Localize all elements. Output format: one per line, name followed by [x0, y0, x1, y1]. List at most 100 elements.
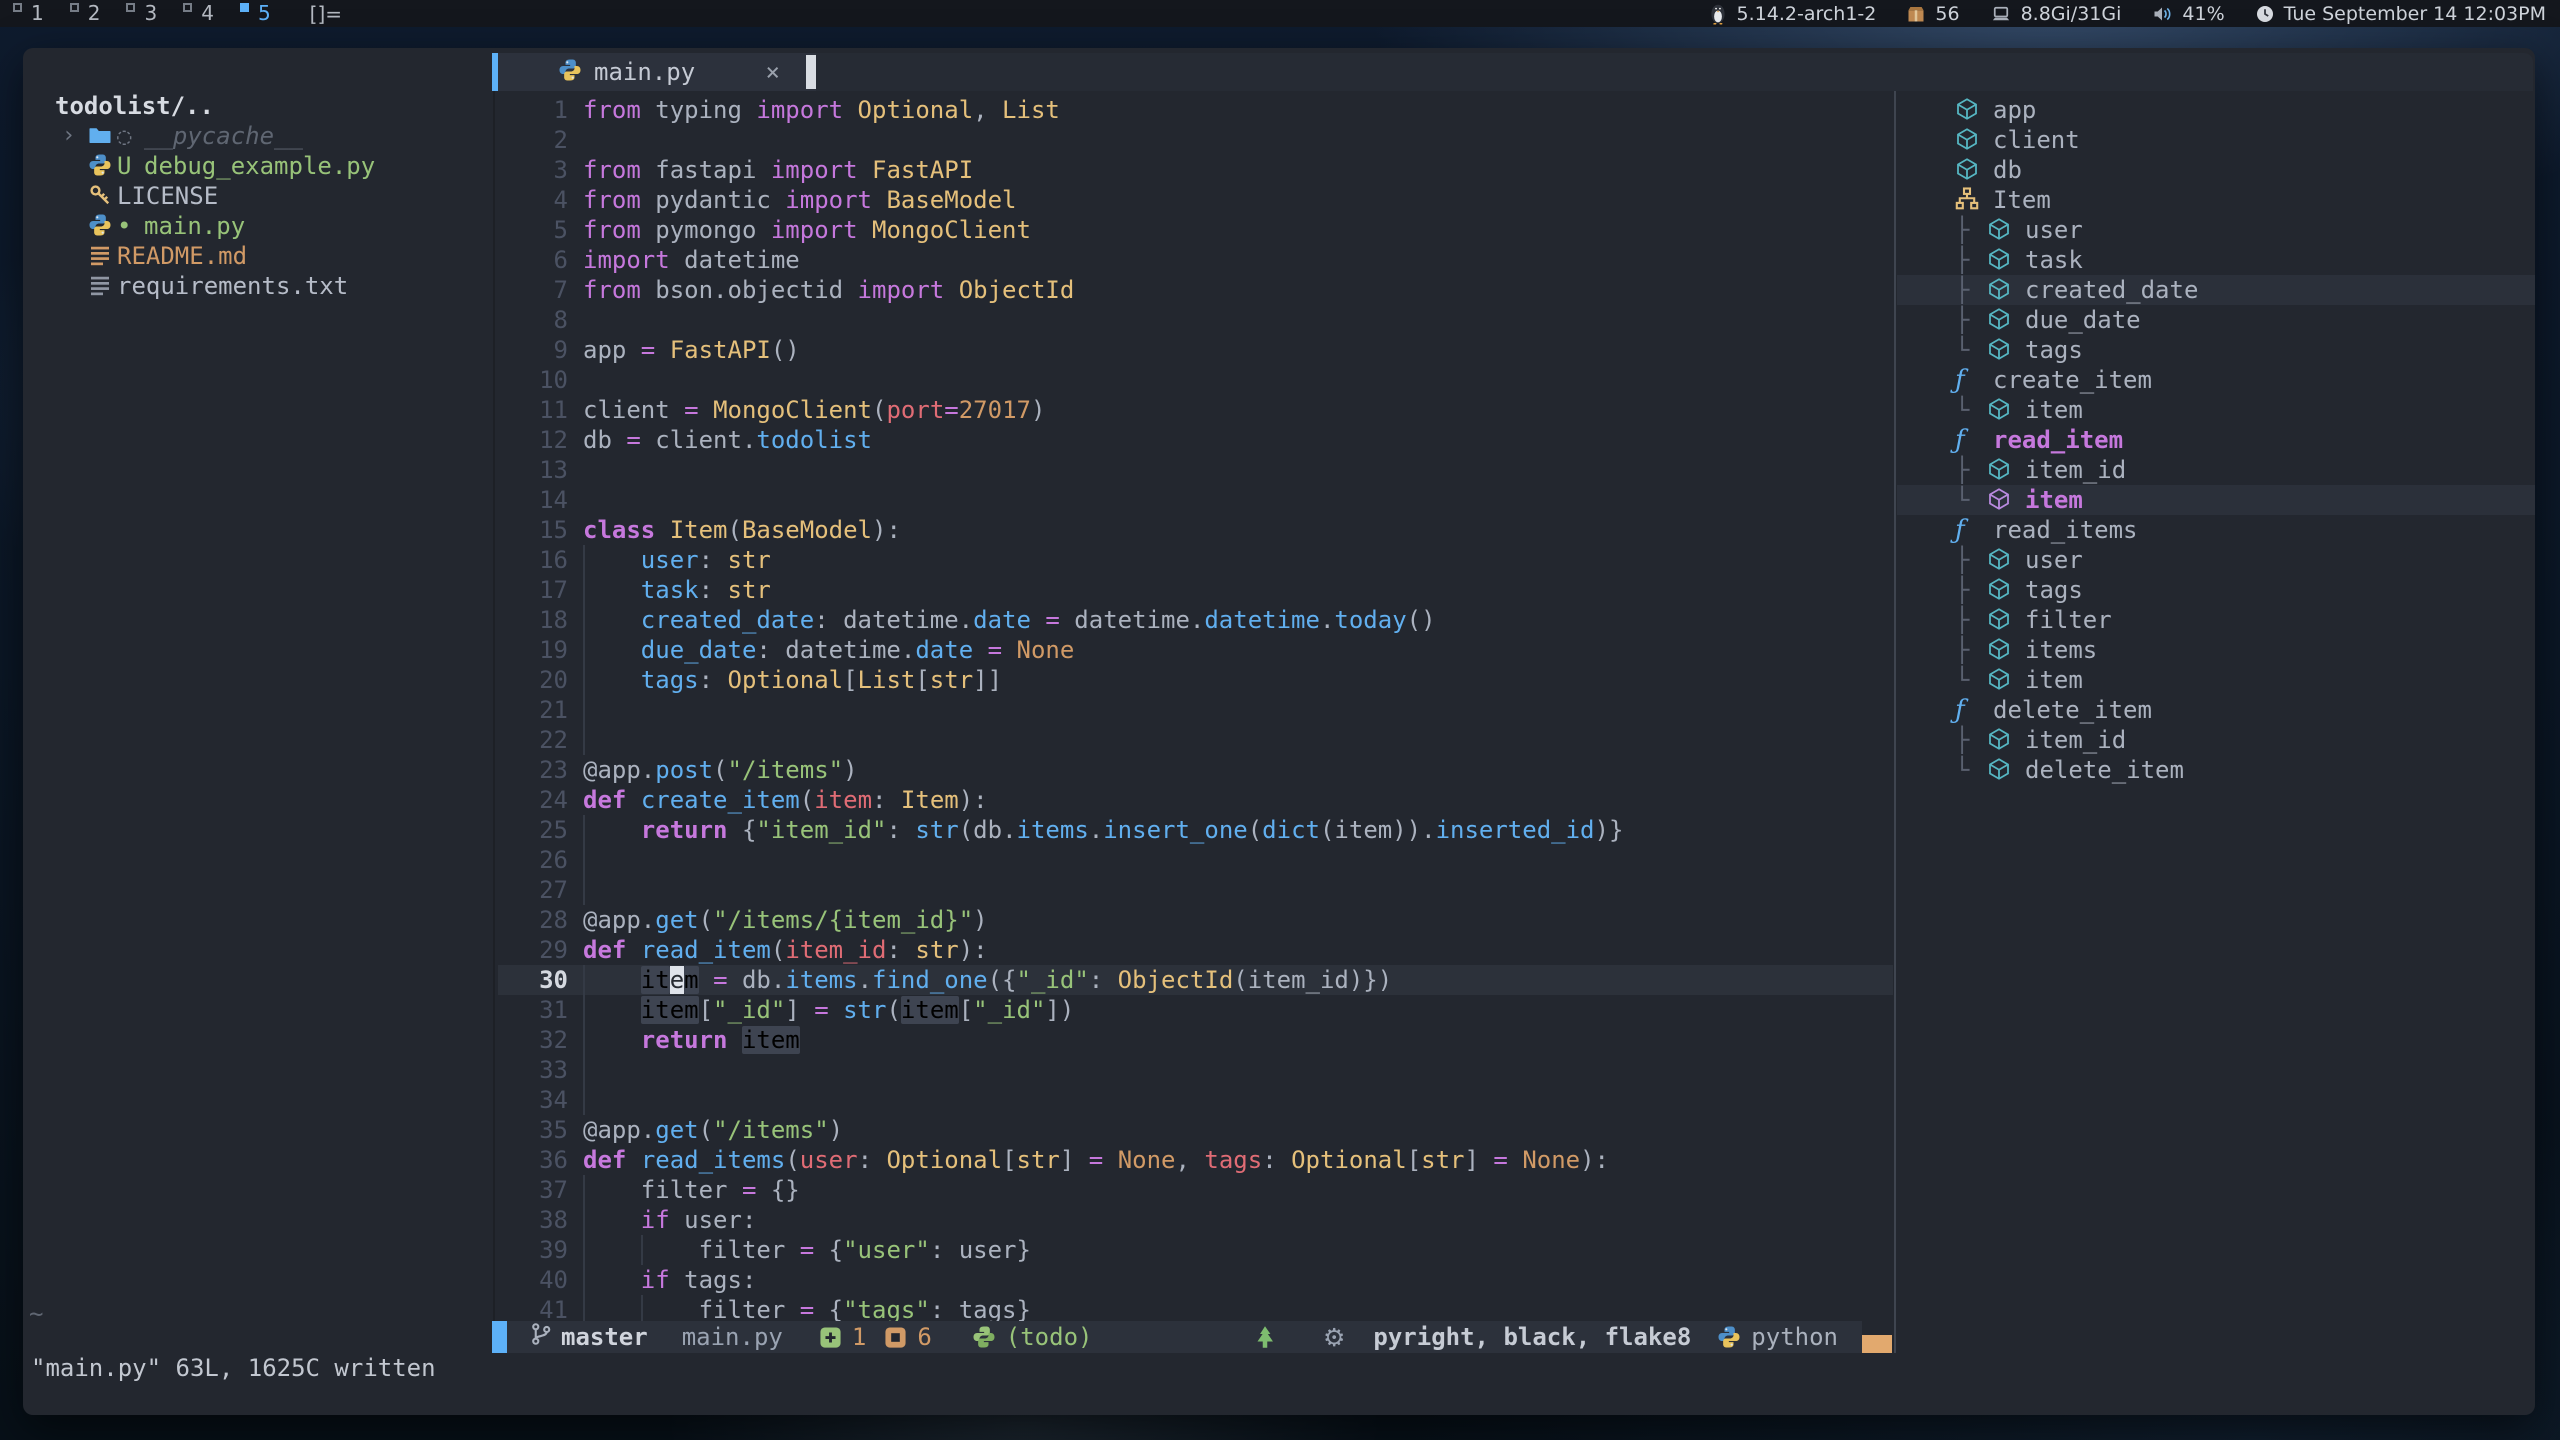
- outline-item-create_item[interactable]: ƒcreate_item: [1897, 365, 2535, 395]
- status-penguin: 5.14.2-arch1-2: [1708, 3, 1877, 25]
- line-number: 4: [498, 185, 568, 215]
- file-tree-item-debug-example-py[interactable]: Udebug_example.py: [23, 151, 492, 181]
- outline-item-read_item[interactable]: ƒread_item: [1897, 425, 2535, 455]
- git-changed-count: 6: [917, 1323, 931, 1351]
- symbol-name: item_id: [2025, 455, 2126, 485]
- indent-guide: [583, 545, 585, 575]
- outline-item-read_items[interactable]: ƒread_items: [1897, 515, 2535, 545]
- code-line-16: 16 user: str: [498, 545, 1893, 575]
- outline-item-item[interactable]: └item: [1897, 665, 2535, 695]
- line-number: 16: [498, 545, 568, 575]
- outline-item-db[interactable]: db: [1897, 155, 2535, 185]
- outline-item-item[interactable]: └item: [1897, 485, 2535, 515]
- code-line-41: 41 filter = {"tags": tags}: [498, 1295, 1893, 1321]
- status-speaker: 41%: [2151, 3, 2224, 25]
- outline-item-delete_item[interactable]: ƒdelete_item: [1897, 695, 2535, 725]
- variable-cube-icon: [1987, 605, 2025, 635]
- outline-item-tags[interactable]: └tags: [1897, 335, 2535, 365]
- outline-item-Item[interactable]: Item: [1897, 185, 2535, 215]
- symbol-name: delete_item: [2025, 755, 2184, 785]
- code-line-2: 2: [498, 125, 1893, 155]
- file-tree-item--pycache-[interactable]: ›◌__pycache__: [23, 121, 492, 151]
- workspace-5[interactable]: 5: [227, 0, 284, 27]
- line-number: 40: [498, 1265, 568, 1295]
- outline-item-due_date[interactable]: ├due_date: [1897, 305, 2535, 335]
- file-tree-item-main-py[interactable]: •main.py: [23, 211, 492, 241]
- outline-item-item[interactable]: └item: [1897, 395, 2535, 425]
- line-number: 8: [498, 305, 568, 335]
- python-venv-icon: [972, 1325, 996, 1349]
- file-tree-item-readme-md[interactable]: README.md: [23, 241, 492, 271]
- outline-item-app[interactable]: app: [1897, 95, 2535, 125]
- file-tree-item-license[interactable]: LICENSE: [23, 181, 492, 211]
- symbol-name: db: [1993, 155, 2022, 185]
- code-line-20: 20 tags: Optional[List[str]]: [498, 665, 1893, 695]
- close-icon[interactable]: ×: [766, 58, 780, 86]
- code-line-38: 38 if user:: [498, 1205, 1893, 1235]
- code-line-21: 21: [498, 695, 1893, 725]
- code-line-26: 26: [498, 845, 1893, 875]
- workspace-square-icon: [13, 3, 22, 12]
- outline-item-item_id[interactable]: ├item_id: [1897, 725, 2535, 755]
- variable-cube-icon: [1987, 215, 2025, 245]
- variable-cube-icon: [1987, 635, 2025, 665]
- file-explorer-root: todolist/..: [23, 91, 492, 121]
- tree-connector: ├: [1955, 725, 1987, 755]
- outline-item-client[interactable]: client: [1897, 125, 2535, 155]
- workspace-1[interactable]: 1: [0, 0, 57, 27]
- workspace-2[interactable]: 2: [57, 0, 114, 27]
- tree-connector: ├: [1955, 215, 1987, 245]
- indent-guide: [583, 695, 585, 725]
- outline-item-delete_item[interactable]: └delete_item: [1897, 755, 2535, 785]
- line-number: 14: [498, 485, 568, 515]
- function-icon: ƒ: [1955, 425, 1993, 455]
- variable-cube-icon: [1987, 305, 2025, 335]
- workspace-3[interactable]: 3: [113, 0, 170, 27]
- indent-guide: [583, 1055, 585, 1085]
- workspace-4[interactable]: 4: [170, 0, 227, 27]
- outline-item-user[interactable]: ├user: [1897, 545, 2535, 575]
- code-line-29: 29def read_item(item_id: str):: [498, 935, 1893, 965]
- outline-item-filter[interactable]: ├filter: [1897, 605, 2535, 635]
- outline-item-tags[interactable]: ├tags: [1897, 575, 2535, 605]
- line-number: 1: [498, 95, 568, 125]
- outline-item-user[interactable]: ├ user: [1897, 215, 2535, 245]
- variable-cube-icon: [1987, 335, 2025, 365]
- laptop-icon: [1990, 4, 2012, 24]
- filetype-label: python: [1751, 1323, 1838, 1351]
- symbol-name: user: [2025, 545, 2083, 575]
- outline-item-items[interactable]: ├items: [1897, 635, 2535, 665]
- line-number: 20: [498, 665, 568, 695]
- file-tree-item-requirements-txt[interactable]: requirements.txt: [23, 271, 492, 301]
- status-laptop: 8.8Gi/31Gi: [1990, 3, 2122, 25]
- variable-cube-icon: [1987, 755, 2025, 785]
- line-number: 39: [498, 1235, 568, 1265]
- outline-item-item_id[interactable]: ├item_id: [1897, 455, 2535, 485]
- folder-icon: [88, 121, 117, 151]
- indent-guide: [641, 1235, 643, 1265]
- tree-connector: └: [1955, 335, 1987, 365]
- function-icon: ƒ: [1955, 695, 1993, 725]
- symbol-name: user: [2025, 215, 2083, 245]
- git-branch: master: [561, 1323, 648, 1351]
- indent-guide: [583, 1265, 585, 1295]
- tree-connector: ├: [1955, 275, 1987, 305]
- code-line-4: 4from pydantic import BaseModel: [498, 185, 1893, 215]
- code-editor[interactable]: 1from typing import Optional, List23from…: [498, 91, 1893, 1321]
- scroll-progress: [1862, 1321, 1892, 1353]
- indent-guide: [583, 1235, 585, 1265]
- symbol-name: created_date: [2025, 275, 2198, 305]
- code-line-15: 15class Item(BaseModel):: [498, 515, 1893, 545]
- variable-cube-icon: [1987, 545, 2025, 575]
- layout-indicator: []=: [310, 2, 342, 26]
- tab-main-py[interactable]: main.py ×: [498, 53, 816, 91]
- system-status: 5.14.2-arch1-2568.8Gi/31Gi41%Tue Septemb…: [1708, 3, 2560, 25]
- tabline: main.py ×: [492, 53, 2533, 91]
- line-number: 26: [498, 845, 568, 875]
- indent-guide: [583, 965, 585, 995]
- outline-item-task[interactable]: ├task: [1897, 245, 2535, 275]
- symbol-name: item: [2025, 485, 2083, 515]
- outline-item-created_date[interactable]: ├ created_date: [1897, 275, 2535, 305]
- line-number: 12: [498, 425, 568, 455]
- line-number: 7: [498, 275, 568, 305]
